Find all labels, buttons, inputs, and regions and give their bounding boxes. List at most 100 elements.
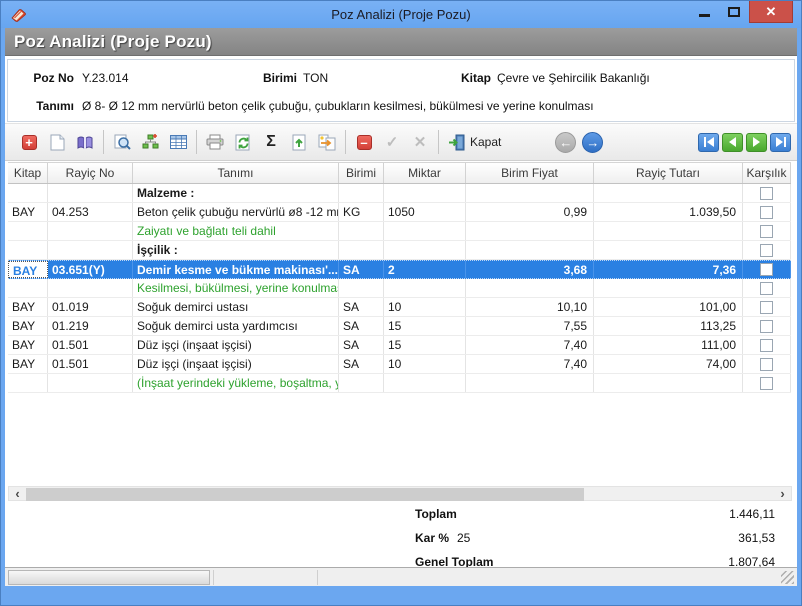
hierarchy-button[interactable] <box>136 128 164 156</box>
cell-fiyat[interactable] <box>466 241 594 259</box>
nav-last-button[interactable] <box>770 133 791 152</box>
cell-tutari[interactable] <box>594 222 743 240</box>
karsilik-checkbox[interactable] <box>760 206 773 219</box>
approve-button[interactable]: ✓ <box>378 128 406 156</box>
kapat-button[interactable]: Kapat <box>443 131 509 154</box>
cell-tanimi[interactable]: İşçilik : <box>133 241 339 259</box>
table-row[interactable]: BAY01.219Soğuk demirci usta yardımcısıSA… <box>8 317 791 336</box>
cell-rayic[interactable] <box>48 222 133 240</box>
table-row[interactable]: BAY01.501Düz işçi (inşaat işçisi)SA157,4… <box>8 336 791 355</box>
cell-tutari[interactable]: 113,25 <box>594 317 743 335</box>
karsilik-checkbox[interactable] <box>760 320 773 333</box>
cell-tanimi[interactable]: Düz işçi (inşaat işçisi) <box>133 355 339 373</box>
table-row[interactable]: BAY04.253Beton çelik çubuğu nervürlü ø8 … <box>8 203 791 222</box>
karsilik-checkbox[interactable] <box>760 225 773 238</box>
grid-button[interactable] <box>164 128 192 156</box>
cell-tanimi[interactable]: Beton çelik çubuğu nervürlü ø8 -12 mm...… <box>133 203 339 221</box>
cell-fiyat[interactable] <box>466 222 594 240</box>
cell-tanimi[interactable]: Zaiyatı ve bağlatı teli dahil <box>133 222 339 240</box>
resize-grip[interactable] <box>781 571 794 584</box>
print-button[interactable] <box>201 128 229 156</box>
cell-tutari[interactable]: 74,00 <box>594 355 743 373</box>
table-row[interactable]: BAY01.501Düz işçi (inşaat işçisi)SA107,4… <box>8 355 791 374</box>
forward-button[interactable]: → <box>582 132 603 153</box>
karsilik-checkbox[interactable] <box>760 282 773 295</box>
column-header-1[interactable]: Kitap <box>8 163 48 183</box>
cell-tutari[interactable]: 1.039,50 <box>594 203 743 221</box>
cell-birimi[interactable] <box>339 222 384 240</box>
cell-fiyat[interactable]: 10,10 <box>466 298 594 316</box>
cell-birimi[interactable] <box>339 241 384 259</box>
horizontal-scrollbar[interactable]: ‹ › <box>8 486 792 501</box>
cell-miktar[interactable]: 10 <box>384 298 466 316</box>
cell-tanimi[interactable]: Kesilmesi, bükülmesi, yerine konulması <box>133 279 339 297</box>
cell-birimi[interactable]: SA <box>339 261 384 278</box>
new-document-button[interactable] <box>43 128 71 156</box>
cell-miktar[interactable] <box>384 241 466 259</box>
back-button[interactable]: ← <box>555 132 576 153</box>
cell-birimi[interactable] <box>339 279 384 297</box>
cell-kitap[interactable]: BAY <box>8 298 48 316</box>
cell-rayic[interactable]: 01.501 <box>48 336 133 354</box>
cell-rayic[interactable] <box>48 374 133 392</box>
scrollbar-thumb[interactable] <box>26 488 584 501</box>
cell-miktar[interactable]: 1050 <box>384 203 466 221</box>
column-header-7[interactable]: Rayiç Tutarı <box>594 163 743 183</box>
cell-rayic[interactable]: 03.651(Y) <box>48 261 133 278</box>
cell-miktar[interactable]: 2 <box>384 261 466 278</box>
cell-rayic[interactable] <box>48 241 133 259</box>
karsilik-checkbox[interactable] <box>760 339 773 352</box>
cell-tutari[interactable]: 101,00 <box>594 298 743 316</box>
column-header-4[interactable]: Birimi <box>339 163 384 183</box>
search-button[interactable] <box>108 128 136 156</box>
cell-fiyat[interactable] <box>466 374 594 392</box>
cell-kitap[interactable] <box>8 279 48 297</box>
cell-fiyat[interactable]: 3,68 <box>466 261 594 278</box>
table-row[interactable]: Kesilmesi, bükülmesi, yerine konulması <box>8 279 791 298</box>
cell-fiyat[interactable] <box>466 184 594 202</box>
cell-rayic[interactable] <box>48 184 133 202</box>
table-row[interactable]: Malzeme : <box>8 184 791 203</box>
cell-kitap[interactable]: BAY <box>8 203 48 221</box>
cell-fiyat[interactable]: 0,99 <box>466 203 594 221</box>
cell-birimi[interactable] <box>339 374 384 392</box>
kar-percent-value[interactable]: 25 <box>457 526 470 550</box>
karsilik-checkbox[interactable] <box>760 187 773 200</box>
scroll-left-arrow[interactable]: ‹ <box>10 487 25 500</box>
cell-birimi[interactable] <box>339 184 384 202</box>
cell-kitap[interactable] <box>8 184 48 202</box>
cell-kitap[interactable] <box>8 222 48 240</box>
cell-kitap[interactable]: BAY <box>8 355 48 373</box>
cell-tutari[interactable] <box>594 241 743 259</box>
table-row[interactable]: İşçilik : <box>8 241 791 260</box>
cell-rayic[interactable] <box>48 279 133 297</box>
cell-birimi[interactable]: SA <box>339 317 384 335</box>
cell-rayic[interactable]: 01.501 <box>48 355 133 373</box>
column-header-6[interactable]: Birim Fiyat <box>466 163 594 183</box>
cell-kitap[interactable]: BAY <box>8 261 48 278</box>
transfer-button[interactable] <box>313 128 341 156</box>
column-header-3[interactable]: Tanımı <box>133 163 339 183</box>
karsilik-checkbox[interactable] <box>760 263 773 276</box>
cell-tanimi[interactable]: Demir kesme ve bükme makinası'... <box>133 261 339 278</box>
cell-tanimi[interactable]: Düz işçi (inşaat işçisi) <box>133 336 339 354</box>
cell-rayic[interactable]: 04.253 <box>48 203 133 221</box>
nav-first-button[interactable] <box>698 133 719 152</box>
cell-tutari[interactable]: 111,00 <box>594 336 743 354</box>
add-button[interactable]: + <box>15 128 43 156</box>
remove-button[interactable]: – <box>350 128 378 156</box>
table-row[interactable]: Zaiyatı ve bağlatı teli dahil <box>8 222 791 241</box>
cell-miktar[interactable]: 15 <box>384 336 466 354</box>
karsilik-checkbox[interactable] <box>760 301 773 314</box>
cell-miktar[interactable] <box>384 279 466 297</box>
maximize-button[interactable] <box>719 1 749 23</box>
cell-birimi[interactable]: SA <box>339 298 384 316</box>
nav-prev-button[interactable] <box>722 133 743 152</box>
cell-tanimi[interactable]: Soğuk demirci ustası <box>133 298 339 316</box>
scroll-right-arrow[interactable]: › <box>775 487 790 500</box>
karsilik-checkbox[interactable] <box>760 244 773 257</box>
sum-button[interactable]: Σ <box>257 128 285 156</box>
cell-tutari[interactable] <box>594 374 743 392</box>
cell-miktar[interactable] <box>384 374 466 392</box>
cell-fiyat[interactable]: 7,55 <box>466 317 594 335</box>
